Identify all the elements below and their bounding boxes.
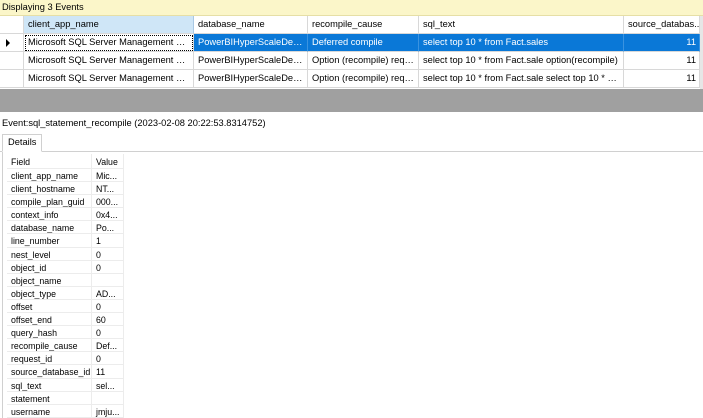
- details-row[interactable]: object_name: [7, 273, 124, 287]
- field-value[interactable]: 000...: [92, 195, 124, 209]
- details-row[interactable]: nest_level 0: [7, 247, 124, 261]
- field-name: username: [7, 404, 92, 418]
- field-value[interactable]: 1: [92, 234, 124, 248]
- field-name: line_number: [7, 234, 92, 248]
- details-row[interactable]: context_info 0x4...: [7, 208, 124, 222]
- field-value[interactable]: NT...: [92, 182, 124, 196]
- details-row[interactable]: source_database_id 11: [7, 365, 124, 379]
- details-row[interactable]: offset_end 60: [7, 313, 124, 327]
- details-row[interactable]: sql_text sel...: [7, 378, 124, 392]
- column-header-recompile-cause[interactable]: recompile_cause: [308, 16, 419, 34]
- current-row-indicator: [0, 34, 24, 52]
- field-value[interactable]: AD...: [92, 286, 124, 300]
- details-row[interactable]: client_hostname NT...: [7, 182, 124, 196]
- cell-source-database-id[interactable]: 11: [624, 52, 700, 70]
- cell-sql-text[interactable]: select top 10 * from Fact.sales: [419, 34, 624, 52]
- field-name: client_hostname: [7, 182, 92, 196]
- status-bar: Displaying 3 Events: [0, 0, 703, 16]
- table-row[interactable]: Microsoft SQL Server Management Studio .…: [0, 52, 700, 70]
- field-name: offset: [7, 299, 92, 314]
- column-header-database-name[interactable]: database_name: [194, 16, 308, 34]
- event-details-title: Event:sql_statement_recompile (2023-02-0…: [2, 118, 266, 128]
- details-tab-strip: Details: [0, 132, 703, 152]
- details-row[interactable]: client_app_name Mic...: [7, 169, 124, 183]
- field-name: source_database_id: [7, 365, 92, 379]
- field-value[interactable]: Mic...: [92, 169, 124, 183]
- field-name: context_info: [7, 208, 92, 222]
- field-value[interactable]: [92, 273, 124, 287]
- field-name: compile_plan_guid: [7, 195, 92, 209]
- grid-header: client_app_name database_name recompile_…: [0, 16, 700, 34]
- cell-database-name[interactable]: PowerBIHyperScaleDemo: [194, 34, 308, 52]
- cell-sql-text[interactable]: select top 10 * from Fact.sale select to…: [419, 70, 624, 88]
- cell-source-database-id[interactable]: 11: [624, 34, 700, 52]
- tab-details[interactable]: Details: [2, 134, 43, 152]
- field-name: client_app_name: [7, 169, 92, 183]
- cell-database-name[interactable]: PowerBIHyperScaleDemo: [194, 52, 308, 70]
- field-value[interactable]: 0: [92, 352, 124, 366]
- field-value[interactable]: 0x4...: [92, 208, 124, 222]
- details-row[interactable]: offset 0: [7, 299, 124, 314]
- field-value[interactable]: jmju...: [92, 404, 124, 418]
- details-panel: Field Value client_app_name Mic... client…: [2, 152, 703, 418]
- cell-client-app-name[interactable]: Microsoft SQL Server Management Studio .…: [24, 34, 194, 52]
- field-name: query_hash: [7, 326, 92, 340]
- events-grid[interactable]: client_app_name database_name recompile_…: [0, 16, 700, 89]
- field-value[interactable]: 0: [92, 299, 124, 314]
- field-name: object_name: [7, 273, 92, 287]
- details-row[interactable]: recompile_cause Def...: [7, 339, 124, 353]
- column-header-client-app-name[interactable]: client_app_name: [24, 16, 194, 34]
- details-header-field[interactable]: Field: [7, 154, 92, 169]
- column-header-source-database-id[interactable]: source_databas...: [624, 16, 700, 34]
- details-row[interactable]: statement: [7, 391, 124, 405]
- field-name: nest_level: [7, 247, 92, 261]
- details-row[interactable]: line_number 1: [7, 234, 124, 248]
- field-value[interactable]: Def...: [92, 339, 124, 353]
- field-name: request_id: [7, 352, 92, 366]
- field-value[interactable]: 0: [92, 326, 124, 340]
- pane-splitter[interactable]: [0, 89, 703, 112]
- field-name: database_name: [7, 221, 92, 235]
- event-count-label: Displaying 3 Events: [2, 2, 84, 12]
- field-name: recompile_cause: [7, 339, 92, 353]
- field-name: object_type: [7, 286, 92, 300]
- field-value[interactable]: sel...: [92, 378, 124, 392]
- field-name: statement: [7, 391, 92, 405]
- field-value[interactable]: [92, 391, 124, 405]
- column-header-sql-text[interactable]: sql_text: [419, 16, 624, 34]
- table-row[interactable]: Microsoft SQL Server Management Studio .…: [0, 34, 700, 52]
- cell-sql-text[interactable]: select top 10 * from Fact.sale option(re…: [419, 52, 624, 70]
- table-row[interactable]: Microsoft SQL Server Management Studio .…: [0, 70, 700, 88]
- details-grid[interactable]: Field Value client_app_name Mic... client…: [7, 154, 124, 418]
- details-header-value[interactable]: Value: [92, 154, 124, 169]
- details-row[interactable]: username jmju...: [7, 404, 124, 418]
- field-name: sql_text: [7, 378, 92, 392]
- cell-client-app-name[interactable]: Microsoft SQL Server Management Studio .…: [24, 70, 194, 88]
- cell-client-app-name[interactable]: Microsoft SQL Server Management Studio .…: [24, 52, 194, 70]
- cell-recompile-cause[interactable]: Option (recompile) requested: [308, 70, 419, 88]
- cell-recompile-cause[interactable]: Option (recompile) requested: [308, 52, 419, 70]
- field-value[interactable]: 11: [92, 365, 124, 379]
- field-value[interactable]: 60: [92, 313, 124, 327]
- details-row[interactable]: request_id 0: [7, 352, 124, 366]
- field-value[interactable]: 0: [92, 260, 124, 274]
- field-value[interactable]: 0: [92, 247, 124, 261]
- row-pointer-icon: [6, 39, 10, 47]
- row-header[interactable]: [0, 70, 24, 88]
- details-row[interactable]: object_type AD...: [7, 286, 124, 300]
- row-header[interactable]: [0, 52, 24, 70]
- details-row[interactable]: object_id 0: [7, 260, 124, 274]
- field-name: offset_end: [7, 313, 92, 327]
- field-value[interactable]: Po...: [92, 221, 124, 235]
- details-row[interactable]: query_hash 0: [7, 326, 124, 340]
- cell-source-database-id[interactable]: 11: [624, 70, 700, 88]
- details-header-row: Field Value: [7, 154, 124, 169]
- details-row[interactable]: database_name Po...: [7, 221, 124, 235]
- cell-database-name[interactable]: PowerBIHyperScaleDemo: [194, 70, 308, 88]
- cell-recompile-cause[interactable]: Deferred compile: [308, 34, 419, 52]
- field-name: object_id: [7, 260, 92, 274]
- details-row[interactable]: compile_plan_guid 000...: [7, 195, 124, 209]
- row-header-corner: [0, 16, 24, 34]
